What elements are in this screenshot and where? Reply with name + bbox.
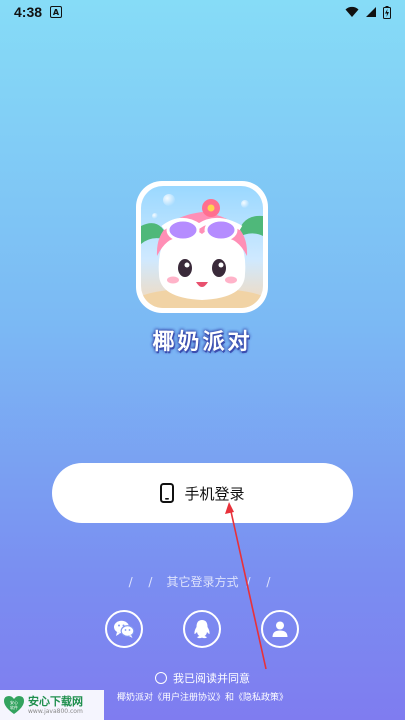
other-login-title: / / 其它登录方式 / / [0,573,405,590]
watermark-title: 安心下载网 [28,694,83,708]
notification-icon: A [50,6,63,18]
agree-label: 我已阅读并同意 [173,672,250,685]
app-name: 椰奶派对 [152,330,253,355]
right-divider: / / [246,575,277,589]
mascot-icon [141,194,263,308]
heart-logo-icon: 安心 软件 [4,696,24,714]
wechat-login-button[interactable] [105,610,143,648]
svg-text:软件: 软件 [10,704,18,710]
wifi-icon [345,6,359,17]
signal-icon [366,7,376,17]
wechat-icon [114,620,135,638]
user-icon [272,621,288,637]
account-login-button[interactable] [261,610,299,648]
app-icon-artwork [141,186,263,308]
status-time: 4:38 [14,4,43,20]
status-right [345,5,391,19]
watermark: 安心 软件 安心下载网 www.java800.com [0,690,104,720]
qq-icon [194,620,210,639]
qq-login-button[interactable] [183,610,221,648]
watermark-url: www.java800.com [28,707,83,715]
watermark-text: 安心下载网 www.java800.com [28,696,83,715]
phone-login-button[interactable]: 手机登录 [52,463,353,523]
left-divider: / / [128,575,159,589]
agree-checkbox[interactable] [155,672,167,684]
other-login-label: 其它登录方式 [166,575,239,589]
agreement-row: 我已阅读并同意 [0,670,405,686]
status-bar: 4:38 A [0,0,405,24]
phone-login-label: 手机登录 [184,484,245,503]
status-left: 4:38 A [14,4,63,20]
phone-icon [160,483,175,503]
battery-icon [383,5,391,19]
app-icon [136,181,268,313]
